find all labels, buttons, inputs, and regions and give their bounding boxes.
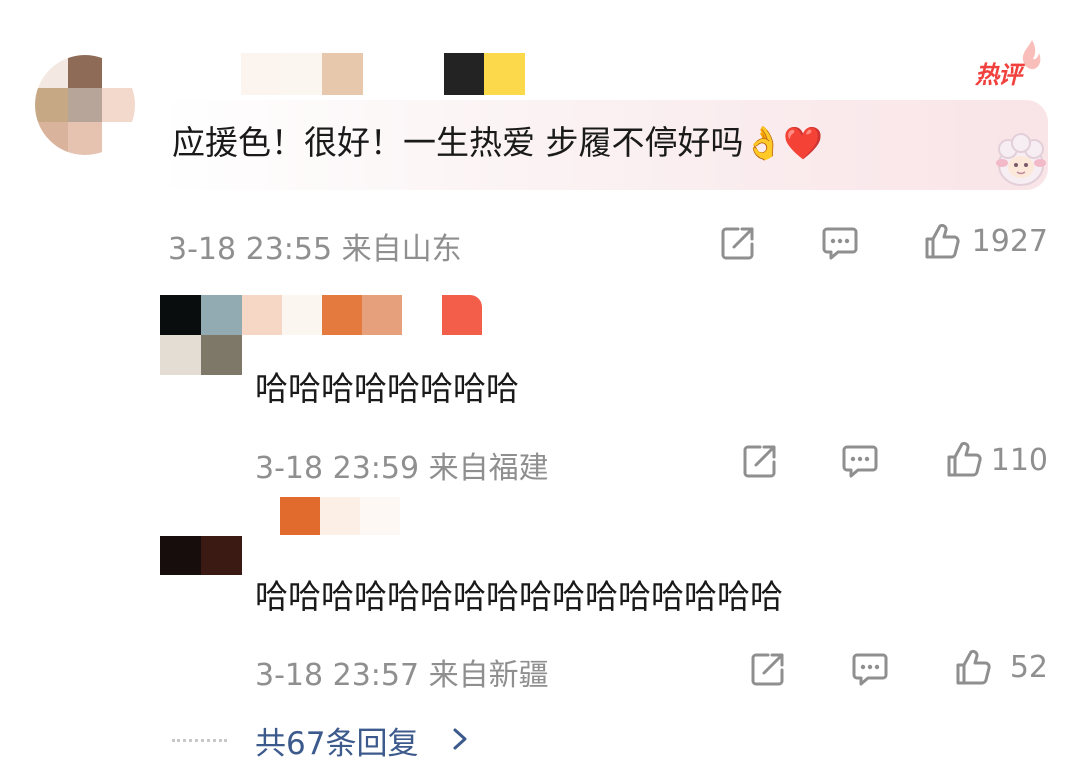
share-icon[interactable]: [740, 441, 780, 481]
reply-text: 哈哈哈哈哈哈哈哈哈哈哈哈哈哈哈哈: [255, 577, 783, 616]
location: 来自新疆: [428, 658, 549, 693]
timestamp: 3-18 23:55: [168, 232, 333, 267]
share-icon[interactable]: [748, 649, 788, 689]
comment-body: 应援色！很好！一生热爱 步履不停好吗: [172, 123, 744, 162]
like-icon[interactable]: [922, 222, 962, 262]
comment-icon[interactable]: [850, 649, 890, 689]
hot-comment-badge: 热评: [975, 61, 1022, 89]
reply-text: 哈哈哈哈哈哈哈哈: [255, 369, 519, 408]
share-icon[interactable]: [718, 223, 758, 263]
avatar[interactable]: [160, 295, 242, 375]
like-count: 52: [1009, 650, 1048, 685]
like-icon[interactable]: [944, 440, 984, 480]
divider-dots: [172, 739, 227, 742]
sheep-sticker-icon: [988, 125, 1054, 195]
timestamp: 3-18 23:57: [255, 658, 420, 693]
avatar[interactable]: [160, 497, 242, 575]
flame-icon: [1018, 38, 1044, 72]
chevron-right-icon[interactable]: [448, 726, 472, 752]
red-heart-emoji: ❤️: [783, 124, 824, 162]
location: 来自福建: [428, 451, 549, 486]
hot-comment-meta: 3-18 23:55 来自山东: [168, 224, 462, 268]
username-pixelated[interactable]: [280, 497, 440, 535]
comment-icon[interactable]: [820, 223, 860, 263]
username-pixelated[interactable]: [242, 295, 482, 335]
hot-comment-text: 应援色！很好！一生热爱 步履不停好吗👌❤️: [172, 116, 823, 164]
ok-hand-emoji: 👌: [743, 124, 784, 162]
reply-meta: 3-18 23:59 来自福建: [255, 443, 549, 487]
like-count: 1927: [971, 224, 1048, 259]
avatar[interactable]: [35, 55, 135, 155]
username-pixelated[interactable]: [200, 53, 525, 95]
location: 来自山东: [341, 232, 462, 267]
comment-icon[interactable]: [840, 441, 880, 481]
more-replies-link[interactable]: 共67条回复: [255, 718, 418, 762]
reply-meta: 3-18 23:57 来自新疆: [255, 650, 549, 694]
timestamp: 3-18 23:59: [255, 451, 420, 486]
like-icon[interactable]: [953, 648, 993, 688]
like-count: 110: [990, 443, 1048, 478]
comment-thread: 热评 应援色！很好！一生热爱 步履不停好吗👌❤️ 3-18 23:55 来自山东: [0, 0, 1080, 762]
